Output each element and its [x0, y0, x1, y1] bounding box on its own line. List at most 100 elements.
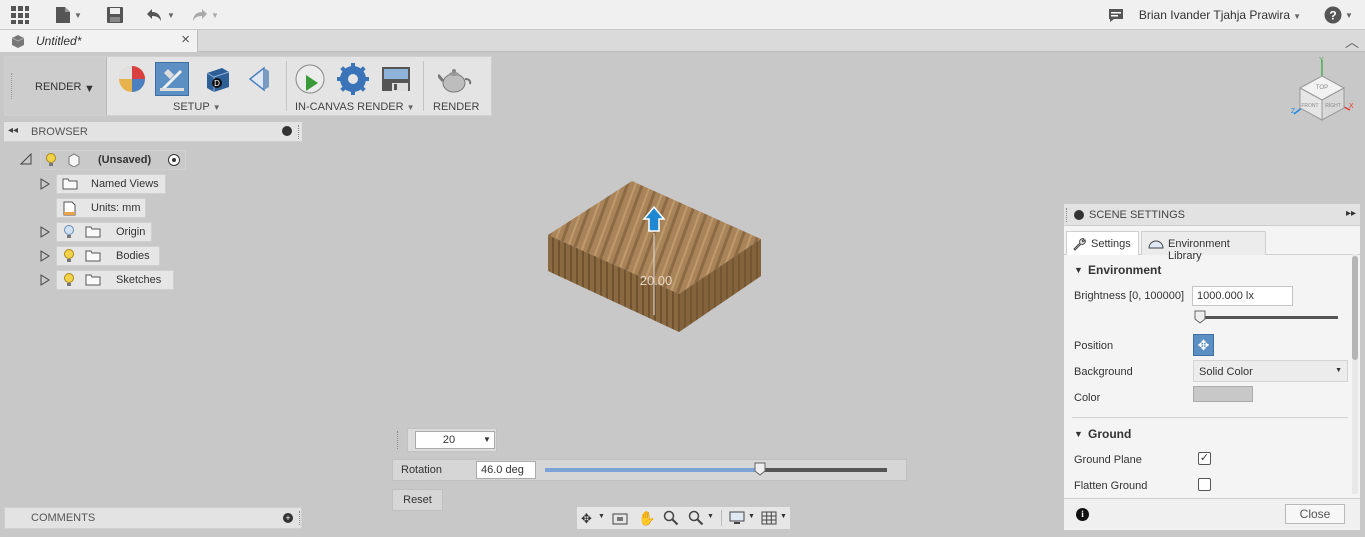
rotation-control: Rotation 46.0 deg	[392, 459, 907, 481]
collapse-up-icon[interactable]: ︿	[1345, 32, 1359, 52]
background-select[interactable]: Solid Color ▼	[1193, 360, 1348, 382]
save-icon[interactable]	[106, 5, 124, 25]
help-icon[interactable]: ? ▼	[1324, 5, 1353, 25]
capture-image-tool-icon[interactable]	[379, 62, 413, 96]
expand-right-icon[interactable]: ▸▸	[1346, 208, 1356, 219]
ground-plane-label: Ground Plane	[1074, 454, 1142, 466]
panel-grip-handle[interactable]	[299, 511, 301, 525]
chevron-down-icon[interactable]: ▼	[707, 513, 714, 520]
close-button[interactable]: Close	[1285, 504, 1345, 524]
rotation-slider-thumb[interactable]	[754, 462, 766, 476]
orbit-icon[interactable]: ✥	[581, 511, 592, 527]
scene-settings-title: SCENE SETTINGS	[1089, 209, 1185, 221]
svg-text:Z: Z	[1291, 108, 1296, 115]
in-canvas-render-tool-icon[interactable]	[293, 62, 327, 96]
setup-group-label[interactable]: SETUP ▼	[173, 101, 221, 113]
color-swatch[interactable]	[1193, 386, 1253, 402]
section-collapse-icon[interactable]: ▼	[1074, 265, 1083, 275]
lightbulb-icon[interactable]	[63, 249, 75, 266]
lightbulb-off-icon[interactable]	[63, 225, 75, 242]
texture-map-tool-icon[interactable]	[242, 62, 276, 96]
browser-item-sketches[interactable]: Sketches	[56, 270, 174, 290]
scene-settings-tool-icon[interactable]	[155, 62, 189, 96]
info-icon[interactable]: i	[1076, 508, 1089, 521]
lightbulb-icon[interactable]	[63, 273, 75, 290]
render-group-label[interactable]: RENDER	[433, 101, 479, 113]
gear-icon[interactable]	[336, 62, 370, 96]
user-menu[interactable]: Brian Ivander Tjahja Prawira ▼	[1139, 8, 1301, 22]
tab-environment-library[interactable]: Environment Library	[1141, 231, 1266, 262]
comment-icon[interactable]	[1108, 5, 1124, 25]
position-label: Position	[1074, 340, 1114, 352]
appearance-tool-icon[interactable]	[115, 62, 149, 96]
folder-icon	[62, 178, 78, 193]
item-label: Units: mm	[91, 202, 141, 214]
panel-grip-handle[interactable]	[1066, 208, 1068, 222]
lightbulb-icon[interactable]	[45, 153, 57, 170]
file-menu-icon[interactable]: ▼	[55, 5, 82, 25]
reset-button[interactable]: Reset	[392, 489, 443, 511]
panel-grip-handle[interactable]	[298, 125, 300, 139]
browser-root-row[interactable]: (Unsaved)	[40, 150, 186, 170]
ground-plane-checkbox[interactable]: ✓	[1198, 452, 1211, 465]
expand-triangle-icon[interactable]	[40, 274, 50, 286]
grip-handle[interactable]	[11, 73, 13, 99]
dim-input-grip[interactable]	[397, 431, 401, 449]
zoom-window-icon[interactable]	[688, 510, 704, 529]
comments-title: COMMENTS	[31, 512, 96, 524]
rotation-slider-track[interactable]	[545, 462, 887, 476]
folder-icon	[85, 274, 101, 289]
document-tab-bar: Untitled* × ︿	[0, 30, 1365, 52]
chevron-down-icon[interactable]: ▼	[598, 513, 605, 520]
minimize-icon[interactable]	[282, 126, 292, 136]
scrollbar-thumb[interactable]	[1352, 256, 1358, 360]
expand-triangle-icon[interactable]	[40, 226, 50, 238]
chevron-down-icon[interactable]: ▼	[480, 432, 494, 448]
brightness-slider-thumb[interactable]	[1194, 310, 1206, 324]
chevron-down-icon: ▼	[212, 103, 221, 112]
minimize-icon[interactable]	[1074, 210, 1084, 220]
flatten-ground-checkbox[interactable]	[1198, 478, 1211, 491]
document-tab[interactable]: Untitled* ×	[0, 30, 198, 52]
teapot-render-icon[interactable]	[438, 62, 472, 96]
top-bar: ▼ ▼ ▼ Brian Ivander Tjahja Prawira ▼ ? ▼	[0, 0, 1365, 30]
expand-triangle-icon[interactable]	[40, 178, 50, 190]
grid-icon[interactable]	[761, 511, 777, 528]
position-move-button[interactable]: ✥	[1193, 334, 1214, 356]
browser-item-bodies[interactable]: Bodies	[56, 246, 160, 266]
decal-tool-icon[interactable]: D	[200, 62, 234, 96]
workspace-switcher[interactable]: RENDER ▼	[5, 57, 107, 115]
brightness-slider-track[interactable]	[1194, 310, 1338, 324]
brightness-input[interactable]: 1000.000 lx	[1192, 286, 1293, 306]
activate-radio-icon[interactable]	[168, 154, 180, 166]
expand-triangle-icon[interactable]	[40, 250, 50, 262]
scrollbar[interactable]	[1352, 254, 1358, 494]
undo-icon[interactable]: ▼	[146, 5, 175, 25]
collapse-triangle-icon[interactable]	[20, 153, 32, 165]
background-label: Background	[1074, 366, 1133, 378]
chevron-down-icon[interactable]: ▼	[748, 513, 755, 520]
zoom-icon[interactable]	[663, 510, 679, 529]
app-grid-icon[interactable]	[10, 5, 30, 25]
browser-item-units[interactable]: Units: mm	[56, 198, 146, 218]
collapse-left-icon[interactable]: ◂◂	[8, 125, 18, 136]
chevron-down-icon: ▼	[84, 83, 95, 95]
viewcube[interactable]: Y X Z TOP FRONT RIGHT	[1288, 56, 1358, 126]
browser-item-named-views[interactable]: Named Views	[56, 174, 166, 194]
tab-settings[interactable]: Settings	[1066, 231, 1139, 255]
wood-block-model[interactable]: 20.00	[540, 175, 770, 340]
in-canvas-render-group-label[interactable]: IN-CANVAS RENDER ▼	[295, 101, 415, 113]
display-settings-icon[interactable]	[729, 511, 745, 528]
dimension-input[interactable]: 20 ▼	[415, 431, 495, 449]
look-at-icon[interactable]	[612, 511, 628, 528]
chevron-down-icon[interactable]: ▼	[780, 513, 787, 520]
browser-item-origin[interactable]: Origin	[56, 222, 152, 242]
section-collapse-icon[interactable]: ▼	[1074, 429, 1083, 439]
redo-icon[interactable]: ▼	[190, 5, 219, 25]
add-comment-icon[interactable]: +	[283, 513, 293, 523]
background-select-value: Solid Color	[1199, 366, 1253, 378]
pan-hand-icon[interactable]: ✋	[638, 510, 655, 527]
rotation-input[interactable]: 46.0 deg	[476, 461, 536, 479]
close-tab-icon[interactable]: ×	[181, 31, 190, 48]
move-icon: ✥	[1197, 337, 1210, 353]
